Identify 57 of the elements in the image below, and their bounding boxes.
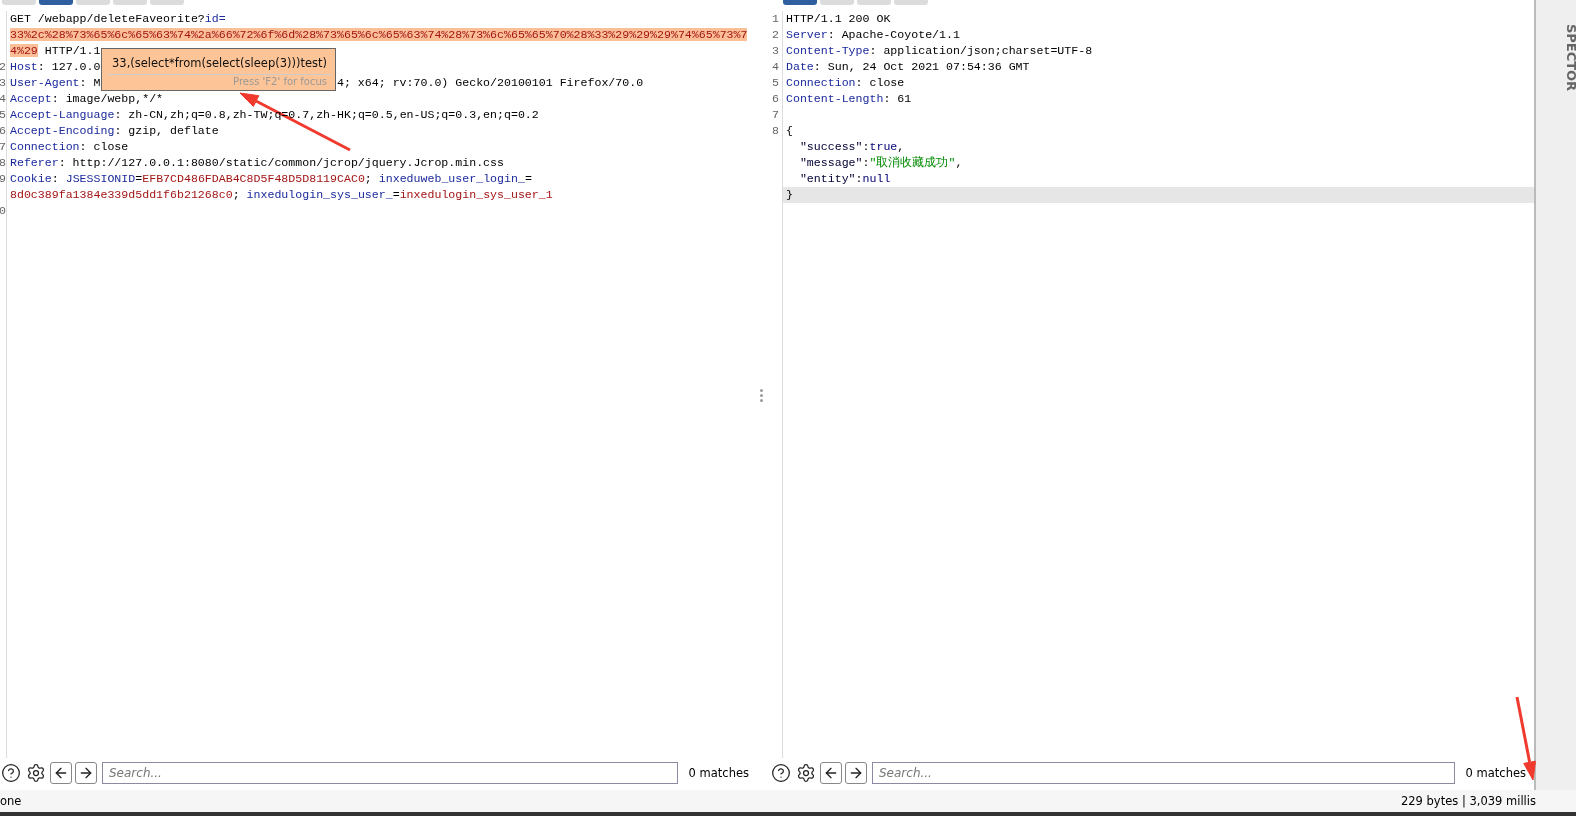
code-text: User-Agent: M	[10, 76, 101, 89]
code-line: Host: 127.0.0	[9, 59, 101, 75]
code-line: Content-Type: application/json;charset=UTF-8	[785, 43, 1093, 59]
code-line: Content-Length: 61	[785, 91, 912, 107]
back-button[interactable]	[820, 762, 842, 784]
response-stats: 229 bytes | 3,039 millis	[1400, 794, 1536, 808]
match-count: 0 matches	[687, 766, 749, 780]
arrow-right-icon	[78, 765, 94, 781]
code-line: Connection: close	[785, 75, 905, 91]
code-line: 8d0c389fa1384e339d5dd1f6b21268c0; inxedulogin_sys_user_=inxedulogin_sys_user_1	[9, 187, 553, 203]
back-button[interactable]	[50, 762, 72, 784]
inspector-label[interactable]: SPECTOR	[1564, 23, 1576, 92]
help-icon[interactable]	[0, 762, 22, 784]
search-field[interactable]: Search...	[102, 762, 678, 784]
line-number: 2	[772, 28, 779, 41]
code-line: Server: Apache-Coyote/1.1	[785, 27, 960, 43]
forward-button[interactable]	[845, 762, 867, 784]
splitter-handle[interactable]	[760, 388, 763, 402]
tooltip-text: 33,(select*from(select(sleep(3)))test)	[112, 56, 327, 70]
code-line: Accept-Encoding: gzip, deflate	[9, 123, 219, 139]
arrow-right-icon	[848, 765, 864, 781]
code-text: 4; x64; rv:70.0) Gecko/20100101 Firefox/70.0	[337, 76, 644, 89]
line-number: 7	[0, 140, 6, 153]
line-number: 6	[0, 124, 6, 137]
line-number: 4	[772, 60, 779, 73]
help-icon[interactable]	[770, 762, 792, 784]
code-line: "success":true,	[798, 139, 905, 155]
code-line: HTTP/1.1 200 OK	[785, 11, 891, 27]
line-number: 5	[772, 76, 779, 89]
line-number: 6	[772, 92, 779, 105]
code-line: 4%29 HTTP/1.1	[9, 43, 101, 59]
line-number: 8	[0, 156, 6, 169]
line-number: 3	[0, 76, 6, 89]
code-line: Cookie: JSESSIONID=EFB7CD486FDAB4C8D5F48D5D8119CAC0; inxeduweb_user_login_=	[9, 171, 532, 187]
line-number: 7	[772, 108, 779, 121]
code-line: GET /webapp/deleteFaveorite?id=	[9, 11, 226, 27]
line-number: 8	[772, 124, 779, 137]
match-count: 0 matches	[1464, 766, 1526, 780]
tooltip-hint: Press 'F2' for focus	[232, 76, 327, 87]
line-number: 1	[772, 12, 779, 25]
status-text: one	[0, 794, 22, 808]
line-number: 4	[0, 92, 6, 105]
search-field[interactable]: Search...	[872, 762, 1455, 784]
code-line: "entity":null	[798, 171, 891, 187]
line-number: 9	[0, 172, 6, 185]
code-line: "message":"取消收藏成功",	[798, 155, 963, 171]
forward-button[interactable]	[75, 762, 97, 784]
code-line: Date: Sun, 24 Oct 2021 07:54:36 GMT	[785, 59, 1030, 75]
code-line: Referer: http://127.0.0.1:8080/static/common/jcrop/jquery.Jcrop.min.css	[9, 155, 504, 171]
line-number: 3	[772, 44, 779, 57]
arrow-left-icon	[53, 765, 69, 781]
line-number: 5	[0, 108, 6, 121]
code-line: {	[785, 123, 793, 139]
code-line: Accept: image/webp,*/*	[9, 91, 164, 107]
line-number: 2	[0, 60, 6, 73]
line-number: 0	[0, 204, 6, 217]
code-line: Connection: close	[9, 139, 129, 155]
